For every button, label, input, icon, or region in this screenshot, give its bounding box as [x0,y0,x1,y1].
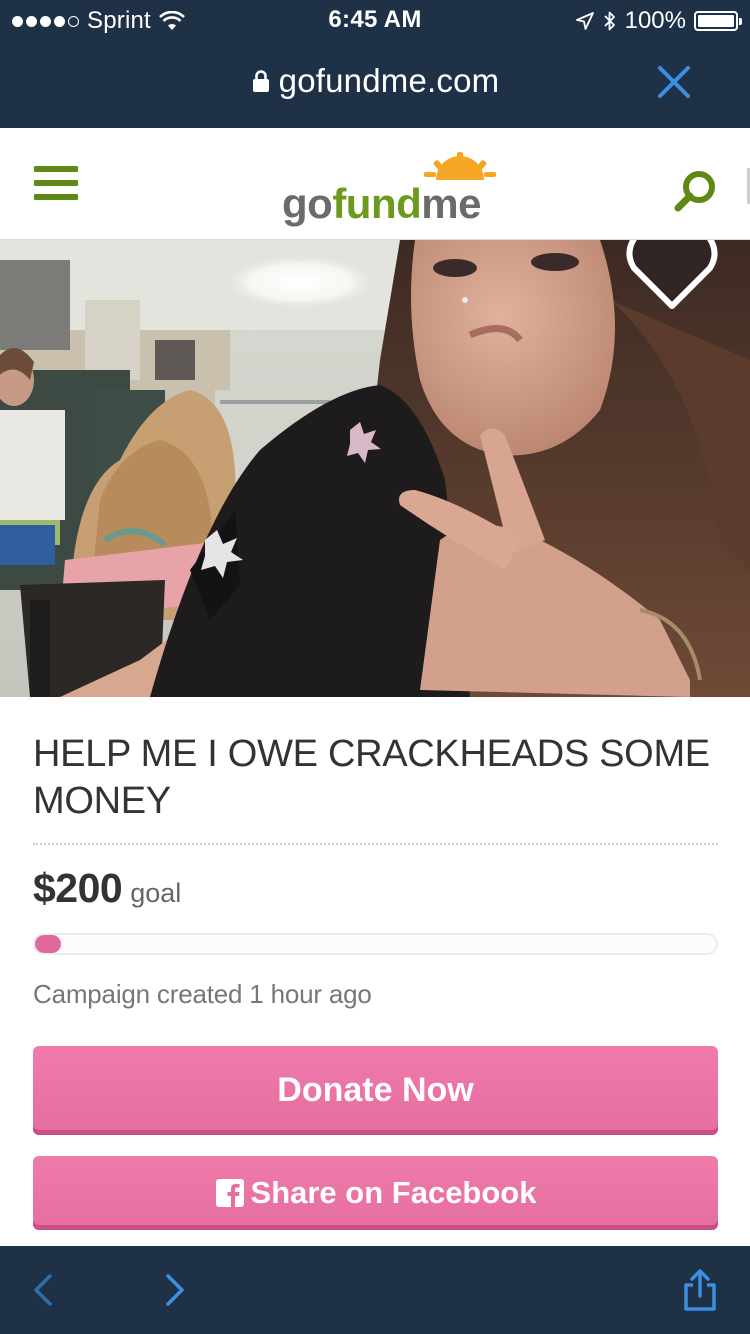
url-display[interactable]: gofundme.com [0,62,750,100]
site-header: gofundme [0,128,750,240]
status-bar: Sprint 6:45 AM 100% [0,0,750,40]
share-on-facebook-button[interactable]: Share on Facebook [33,1156,718,1230]
gofundme-logo[interactable]: gofundme [282,150,502,230]
battery-percentage: 100% [624,7,686,34]
search-icon[interactable] [672,168,718,214]
goal-amount: $200 [33,865,123,911]
progress-fill [35,935,61,953]
logo-text-go: go [282,180,333,227]
goal-row: $200 goal [33,865,181,912]
logo-wordmark: gofundme [282,180,481,228]
share-icon[interactable] [678,1268,722,1312]
donate-now-button[interactable]: Donate Now [33,1046,718,1135]
url-bar[interactable]: gofundme.com [0,50,750,120]
browser-top-chrome: Sprint 6:45 AM 100% gofundme.com [0,0,750,128]
location-arrow-icon [575,12,594,30]
goal-label: goal [130,878,182,908]
status-right: 100% [575,6,742,36]
browser-toolbar [0,1246,750,1334]
progress-bar [33,933,718,955]
facebook-icon [215,1179,244,1207]
logo-text-me: me [421,180,481,227]
share-button-label: Share on Facebook [250,1175,537,1210]
url-text: gofundme.com [278,62,500,99]
chevron-right-icon[interactable] [154,1270,194,1310]
close-icon[interactable] [656,64,692,100]
bluetooth-icon [603,11,615,31]
hamburger-menu-icon[interactable] [34,166,78,204]
chevron-left-icon[interactable] [24,1270,64,1310]
dotted-divider [33,843,718,845]
heart-icon[interactable] [626,240,718,312]
logo-text-fund: fund [332,180,422,227]
lock-icon [252,70,269,92]
battery-icon [694,11,742,31]
campaign-created-text: Campaign created 1 hour ago [33,979,372,1009]
campaign-title: HELP ME I OWE CRACKHEADS SOME MONEY [33,733,710,822]
